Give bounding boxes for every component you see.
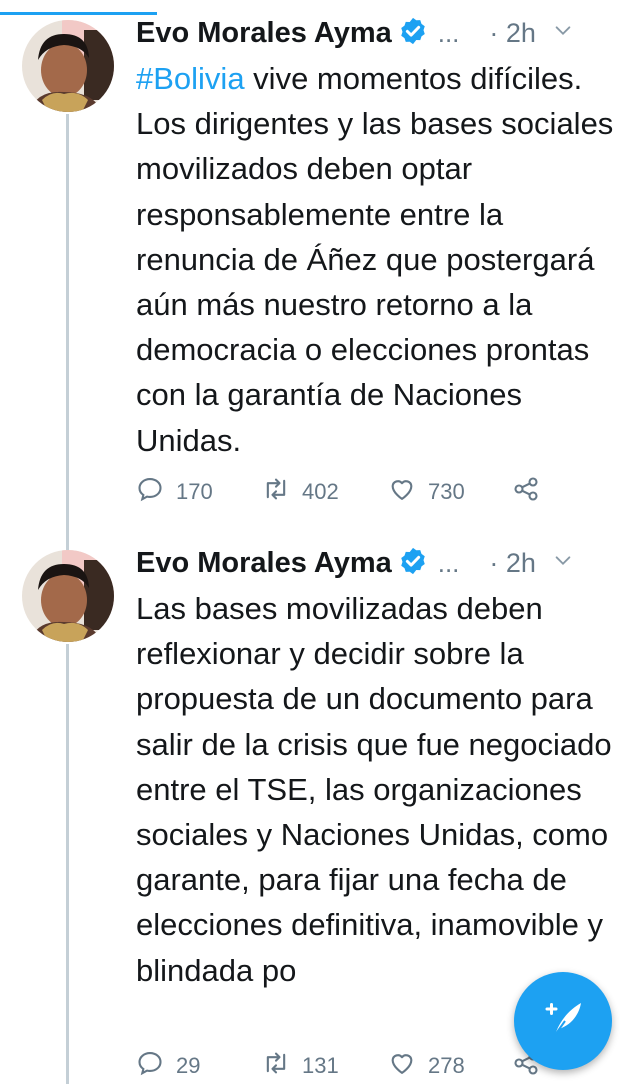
author-handle: ...: [437, 17, 460, 48]
reply-count: 170: [176, 479, 213, 504]
reply-count: 29: [176, 1053, 201, 1078]
tweet-timestamp[interactable]: · 2h: [489, 18, 536, 49]
verified-badge-icon: [392, 546, 428, 581]
tweet-actions: 29 131 278: [136, 1046, 576, 1086]
compose-tweet-button[interactable]: [514, 972, 612, 1070]
author-handle: ...: [437, 547, 460, 578]
reply-button[interactable]: 170: [136, 472, 213, 512]
retweet-count: 402: [302, 479, 339, 504]
hashtag-link[interactable]: #Bolivia: [136, 61, 245, 96]
thread-connector-line: [66, 114, 69, 554]
tweet-text: Las bases movilizadas deben reflexionar …: [136, 591, 612, 988]
compose-tweet-icon: [537, 993, 589, 1050]
like-button[interactable]: 278: [388, 1046, 465, 1086]
verified-badge-icon: [392, 16, 428, 51]
reply-button[interactable]: 29: [136, 1046, 200, 1086]
retweet-button[interactable]: 402: [262, 472, 339, 512]
avatar[interactable]: [22, 550, 114, 642]
retweet-button[interactable]: 131: [262, 1046, 339, 1086]
chevron-down-icon[interactable]: [536, 550, 574, 577]
tweet-actions: 170 402 730: [136, 472, 576, 512]
like-button[interactable]: 730: [388, 472, 465, 512]
retweet-icon: [262, 1049, 302, 1083]
share-icon: [512, 475, 552, 509]
loading-progress-bar: [0, 12, 157, 15]
tweet-header: Evo Morales Ayma ... · 2h: [136, 542, 626, 584]
reply-icon: [136, 475, 176, 509]
heart-icon: [388, 475, 428, 509]
retweet-icon: [262, 475, 302, 509]
chevron-down-icon[interactable]: [536, 20, 574, 47]
tweet-timestamp[interactable]: · 2h: [489, 548, 536, 579]
share-button[interactable]: [512, 472, 552, 512]
heart-icon: [388, 1049, 428, 1083]
author-name[interactable]: Evo Morales Ayma: [136, 17, 392, 50]
author-name[interactable]: Evo Morales Ayma: [136, 547, 392, 580]
avatar[interactable]: [22, 20, 114, 112]
like-count: 730: [428, 479, 465, 504]
thread-connector-line: [66, 644, 69, 1084]
retweet-count: 131: [302, 1053, 339, 1078]
like-count: 278: [428, 1053, 465, 1078]
tweet-text-content: vive momentos difíciles. Los dirigentes …: [136, 61, 614, 458]
reply-icon: [136, 1049, 176, 1083]
tweet-text: #Bolivia vive momentos difíciles. Los di…: [136, 56, 626, 463]
tweet-header: Evo Morales Ayma ... · 2h: [136, 12, 626, 54]
